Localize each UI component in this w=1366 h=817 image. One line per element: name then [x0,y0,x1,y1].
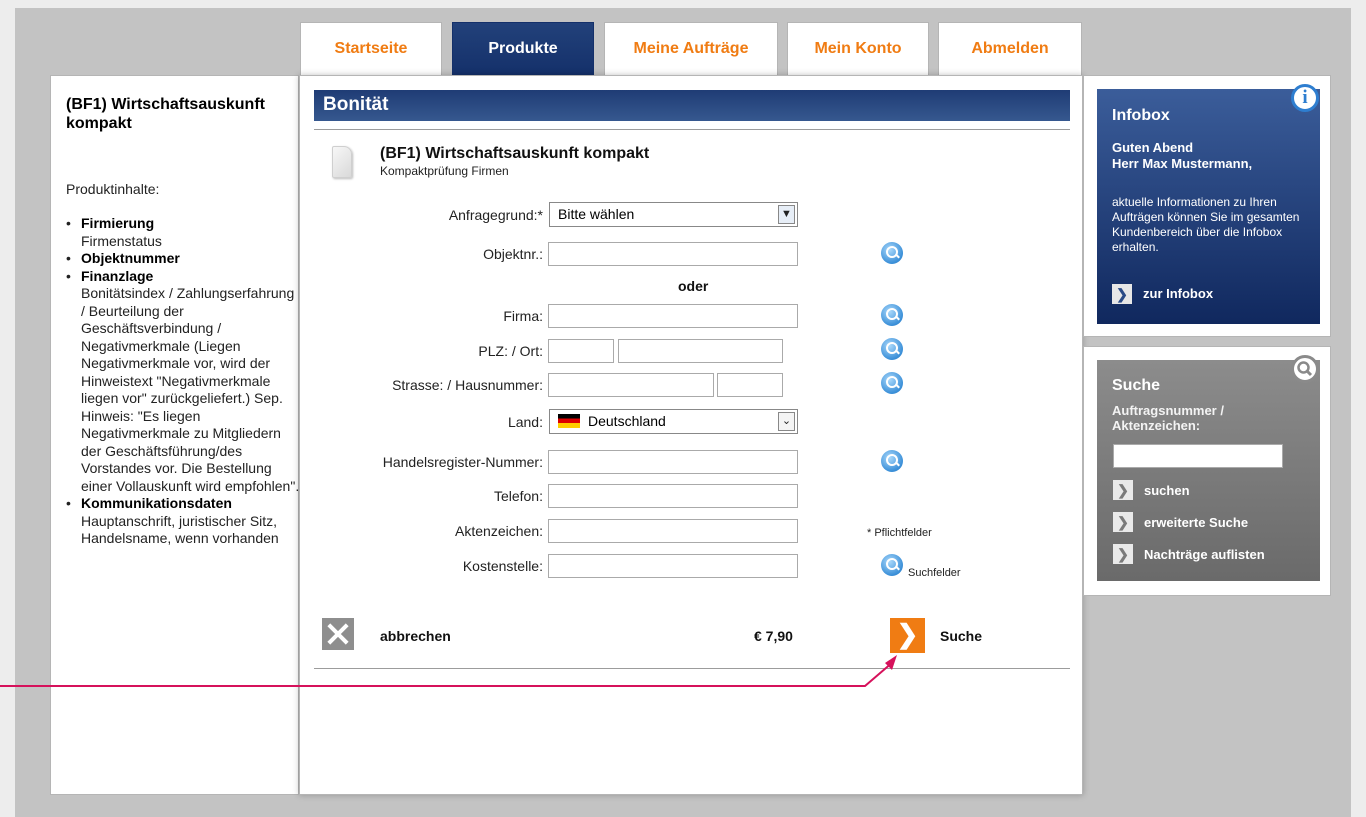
annotation-arrow [0,655,897,687]
